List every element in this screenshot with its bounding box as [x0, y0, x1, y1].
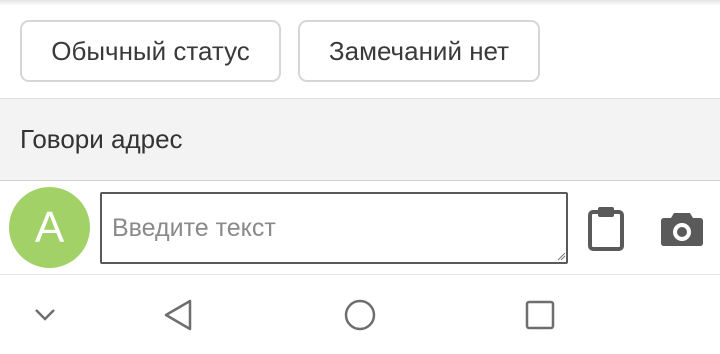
home-circle-icon: [344, 299, 376, 331]
prompt-banner-text: Говори адрес: [20, 124, 183, 154]
resize-grip-icon[interactable]: [556, 251, 566, 261]
quick-reply-chip-no-remarks[interactable]: Замечаний нет: [298, 20, 540, 82]
message-input[interactable]: [100, 192, 568, 264]
recent-square-icon: [525, 300, 555, 330]
avatar-letter: A: [34, 202, 65, 252]
camera-icon: [661, 213, 703, 246]
prompt-banner: Говори адрес: [0, 98, 720, 181]
chevron-down-icon: [35, 309, 55, 321]
home-button[interactable]: [338, 293, 382, 337]
back-triangle-icon: [164, 299, 192, 331]
camera-button[interactable]: [659, 205, 705, 251]
system-navigation-bar: [0, 275, 720, 354]
avatar[interactable]: A: [9, 187, 90, 268]
message-composer: A: [0, 181, 720, 275]
clipboard-button[interactable]: [584, 205, 630, 251]
quick-reply-chip-normal-status[interactable]: Обычный статус: [20, 20, 281, 82]
quick-reply-bar: Обычный статус Замечаний нет: [0, 0, 720, 98]
back-button[interactable]: [156, 293, 200, 337]
clipboard-icon: [588, 207, 624, 251]
recent-apps-button[interactable]: [518, 293, 562, 337]
hide-keyboard-button[interactable]: [23, 293, 67, 337]
